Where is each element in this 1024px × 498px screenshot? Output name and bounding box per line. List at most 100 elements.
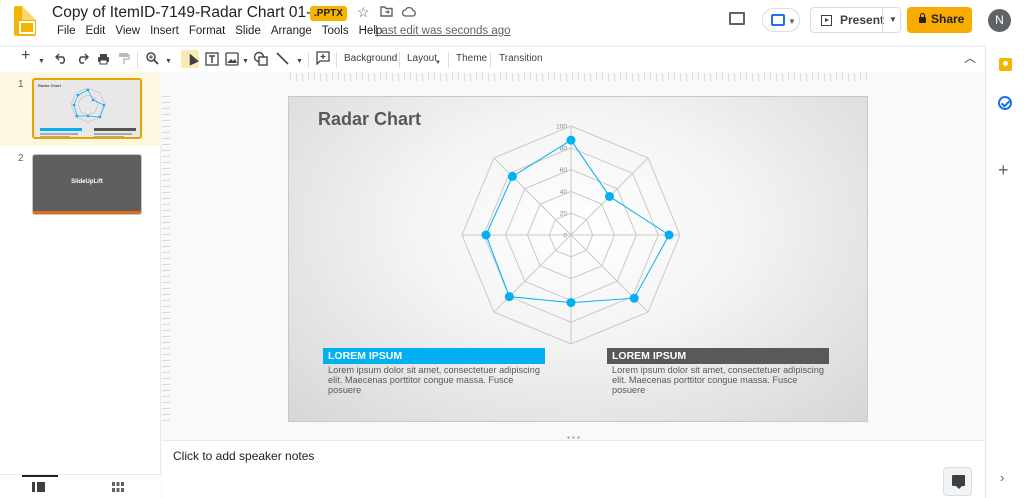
lorem-box-left[interactable]: LOREM IPSUM xyxy=(323,348,545,364)
present-to-meeting-button[interactable]: ▼ xyxy=(762,8,800,32)
toolbar-divider xyxy=(490,52,491,68)
thumbnail-title: Radar Chart xyxy=(38,83,61,88)
line-chevron-down-icon[interactable]: ▼ xyxy=(296,54,303,70)
select-cursor-icon[interactable] xyxy=(181,50,199,68)
speaker-notes[interactable]: Click to add speaker notes xyxy=(162,440,984,498)
file-type-badge: .PPTX xyxy=(310,6,347,21)
zoom-icon[interactable] xyxy=(146,52,159,65)
slide-editor[interactable]: Radar Chart 0 20 40 60 80 100 LOREM IPSUM Lor… xyxy=(288,96,868,422)
image-chevron-down-icon[interactable]: ▼ xyxy=(242,54,249,70)
transition-button[interactable]: Transition xyxy=(499,53,543,64)
present-button[interactable]: Present ▼ xyxy=(810,7,901,33)
layout-chevron-down-icon[interactable]: ▼ xyxy=(435,55,441,71)
thumbnail-text-line xyxy=(94,136,124,137)
expand-panel-chevron-right-icon[interactable]: › xyxy=(1000,470,1004,485)
radar-data-point xyxy=(507,171,517,181)
layout-button[interactable]: Layout xyxy=(407,53,437,64)
lock-icon xyxy=(919,13,926,23)
radar-tick-label: 20 xyxy=(560,211,568,218)
radar-data-point xyxy=(481,230,491,240)
thumbnail-text-line xyxy=(40,133,78,135)
last-edit-link[interactable]: Last edit was seconds ago xyxy=(375,25,511,37)
radar-data-point xyxy=(629,293,639,303)
radar-data-point xyxy=(605,191,615,201)
keep-icon[interactable] xyxy=(999,58,1012,71)
radar-data-point xyxy=(566,298,576,308)
menu-format[interactable]: Format xyxy=(184,25,230,37)
menu-insert[interactable]: Insert xyxy=(145,25,184,37)
thumbnail-box-right xyxy=(94,128,136,131)
line-icon[interactable] xyxy=(276,52,289,65)
grid-view-icon[interactable] xyxy=(112,482,124,492)
radar-data-point xyxy=(566,135,576,145)
redo-icon[interactable] xyxy=(76,53,89,64)
insert-image-icon[interactable] xyxy=(225,52,239,66)
radar-tick-label: 0 xyxy=(563,233,567,240)
menu-edit[interactable]: Edit xyxy=(81,25,111,37)
menu-file[interactable]: File xyxy=(52,25,81,37)
new-slide-chevron-down-icon[interactable]: ▼ xyxy=(38,54,45,70)
comment-history-icon[interactable] xyxy=(729,12,745,25)
thumbnail-box-left xyxy=(40,128,82,131)
slides-logo-icon[interactable] xyxy=(14,6,36,36)
lorem-box-right[interactable]: LOREM IPSUM xyxy=(607,348,829,364)
star-icon[interactable]: ☆ xyxy=(357,4,370,21)
menu-slide[interactable]: Slide xyxy=(230,25,266,37)
menu-arrange[interactable]: Arrange xyxy=(266,25,317,37)
paint-format-icon[interactable] xyxy=(118,52,130,65)
filmstrip-view-switcher xyxy=(0,474,161,498)
side-panel: + › xyxy=(985,44,1024,498)
speaker-notes-placeholder[interactable]: Click to add speaker notes xyxy=(173,449,314,463)
present-divider xyxy=(882,8,883,32)
print-icon[interactable] xyxy=(97,53,110,65)
cloud-status-icon[interactable] xyxy=(402,7,416,17)
chevron-down-icon: ▼ xyxy=(788,17,796,26)
document-title[interactable]: Copy of ItemID-7149-Radar Chart 01-16x9 xyxy=(52,4,345,22)
share-button[interactable]: Share xyxy=(907,7,972,33)
slide-number: 1 xyxy=(18,79,24,90)
text-box-icon[interactable] xyxy=(205,52,219,66)
thumbnail-accent-bar xyxy=(33,211,141,214)
thumbnail-text-line xyxy=(40,136,70,137)
slide-filmstrip: 1 Radar Chart 2 SlideUpLift xyxy=(0,73,161,498)
new-slide-plus-icon[interactable]: + xyxy=(21,48,30,64)
toolbar-divider xyxy=(336,52,337,68)
move-folder-icon[interactable] xyxy=(380,6,393,17)
share-label: Share xyxy=(931,12,965,26)
present-options-chevron-icon[interactable]: ▼ xyxy=(889,15,897,24)
shape-icon[interactable] xyxy=(253,51,268,66)
menu-bar: File Edit View Insert Format Slide Arran… xyxy=(52,25,387,37)
radar-tick-label: 60 xyxy=(560,167,568,174)
slide-thumbnail-1[interactable]: Radar Chart xyxy=(32,78,142,139)
radar-tick-label: 40 xyxy=(560,189,568,196)
add-on-plus-icon[interactable]: + xyxy=(998,160,1009,181)
toolbar-divider xyxy=(137,52,138,68)
lorem-box-right-text[interactable]: Lorem ipsum dolor sit amet, consectetuer… xyxy=(612,365,827,396)
present-label: Present xyxy=(840,13,885,27)
thumbnail-text-line xyxy=(94,133,132,135)
background-button[interactable]: Background xyxy=(344,53,397,64)
menu-tools[interactable]: Tools xyxy=(317,25,354,37)
radar-tick-label: 100 xyxy=(556,124,567,131)
present-icon xyxy=(821,15,832,26)
explore-icon[interactable] xyxy=(943,467,972,496)
notes-resize-handle[interactable] xyxy=(566,436,580,439)
thumbnail-radar-chart xyxy=(70,87,106,123)
top-bar: Copy of ItemID-7149-Radar Chart 01-16x9 … xyxy=(0,0,1024,44)
collapse-toolbar-chevron-up-icon[interactable]: ︿ xyxy=(964,50,976,66)
avatar[interactable]: N xyxy=(988,9,1011,32)
vertical-ruler[interactable] xyxy=(162,96,170,422)
theme-button[interactable]: Theme xyxy=(456,53,487,64)
toolbar-divider xyxy=(448,52,449,68)
thumbnail-title: SlideUpLift xyxy=(71,179,103,185)
menu-view[interactable]: View xyxy=(110,25,145,37)
tasks-icon[interactable] xyxy=(998,96,1012,110)
slide-thumbnail-2[interactable]: SlideUpLift xyxy=(32,154,142,215)
toolbar: + ▼ ▼ ▼ ▼ Background Layout ▼ Theme Tran… xyxy=(0,46,984,72)
undo-icon[interactable] xyxy=(55,53,68,64)
horizontal-ruler[interactable] xyxy=(290,73,868,81)
lorem-box-left-text[interactable]: Lorem ipsum dolor sit amet, consectetuer… xyxy=(328,365,543,396)
add-comment-icon[interactable] xyxy=(316,51,330,65)
filmstrip-view-icon[interactable] xyxy=(32,482,45,492)
zoom-chevron-down-icon[interactable]: ▼ xyxy=(165,54,172,70)
